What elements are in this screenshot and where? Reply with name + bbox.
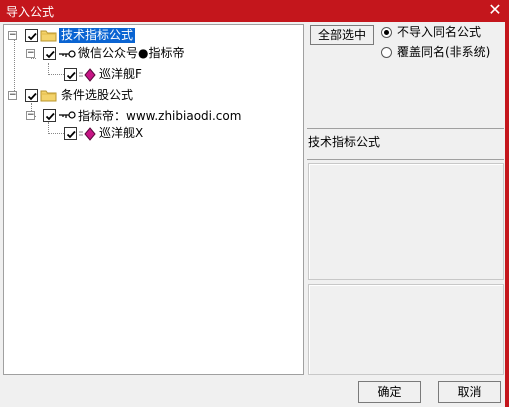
key-icon [59, 50, 76, 58]
folder-icon [40, 30, 57, 42]
tree-node-label: 条件选股公式 [61, 88, 134, 102]
dialog-title: 导入公式 [6, 5, 55, 19]
cancel-button[interactable]: 取消 [438, 381, 501, 403]
minus-icon: − [27, 48, 35, 58]
tree-connector [14, 39, 15, 97]
tree-connector [48, 133, 64, 134]
tree-checkbox[interactable] [64, 68, 77, 81]
formula-details-box [308, 284, 504, 375]
tree-connector [31, 58, 36, 59]
formula-description-box [308, 163, 504, 280]
formula-diamond-icon [79, 68, 96, 82]
folder-icon [40, 90, 57, 102]
minus-icon: − [9, 90, 17, 100]
checkmark-icon [45, 50, 55, 59]
formula-tree[interactable]: − 技术指标公式 − 微信公众号●指标帝 巡洋舰F − 条件选股公式 − 指标帝… [3, 24, 304, 375]
title-bar[interactable]: 导入公式 ✕ [0, 0, 509, 22]
formula-diamond-icon [79, 127, 96, 141]
minus-icon: − [27, 110, 35, 120]
tree-node-label: 指标帝：www.zhibiaodi.com [78, 109, 242, 123]
minus-icon: − [9, 30, 17, 40]
checkmark-icon [27, 32, 37, 41]
formula-type-label: 技术指标公式 [308, 135, 381, 149]
import-formula-dialog: 导入公式 ✕ − 技术指标公式 − 微信公众号●指标帝 巡洋舰F − 条件选股公… [0, 0, 509, 407]
checkmark-icon [27, 92, 37, 101]
radio-label: 不导入同名公式 [397, 25, 482, 39]
tree-checkbox[interactable] [43, 47, 56, 60]
tree-node-label: 巡洋舰X [99, 126, 144, 140]
tree-connector [48, 74, 64, 75]
radio-label: 覆盖同名(非系统) [397, 45, 491, 59]
tree-node-label: 巡洋舰F [99, 67, 142, 81]
radio-button[interactable] [381, 47, 392, 58]
tree-checkbox[interactable] [43, 109, 56, 122]
tree-node-label: 微信公众号●指标帝 [78, 46, 185, 60]
tree-checkbox[interactable] [25, 29, 38, 42]
formula-type-panel: 技术指标公式 [307, 128, 504, 160]
collapse-toggle[interactable]: − [8, 31, 17, 40]
tree-checkbox[interactable] [64, 127, 77, 140]
tree-checkbox[interactable] [25, 89, 38, 102]
tree-node-label: 技术指标公式 [59, 28, 136, 43]
select-all-button[interactable]: 全部选中 [310, 25, 374, 45]
collapse-toggle[interactable]: − [26, 49, 35, 58]
checkmark-icon [45, 112, 55, 121]
radio-dot [384, 30, 389, 35]
close-button[interactable]: ✕ [481, 0, 509, 22]
close-icon: ✕ [488, 0, 502, 19]
checkmark-icon [66, 130, 76, 139]
ok-button[interactable]: 确定 [358, 381, 421, 403]
checkmark-icon [66, 71, 76, 80]
window-border-right [505, 22, 509, 407]
key-icon [59, 111, 76, 119]
radio-button[interactable] [381, 27, 392, 38]
collapse-toggle[interactable]: − [26, 111, 35, 120]
collapse-toggle[interactable]: − [8, 91, 17, 100]
